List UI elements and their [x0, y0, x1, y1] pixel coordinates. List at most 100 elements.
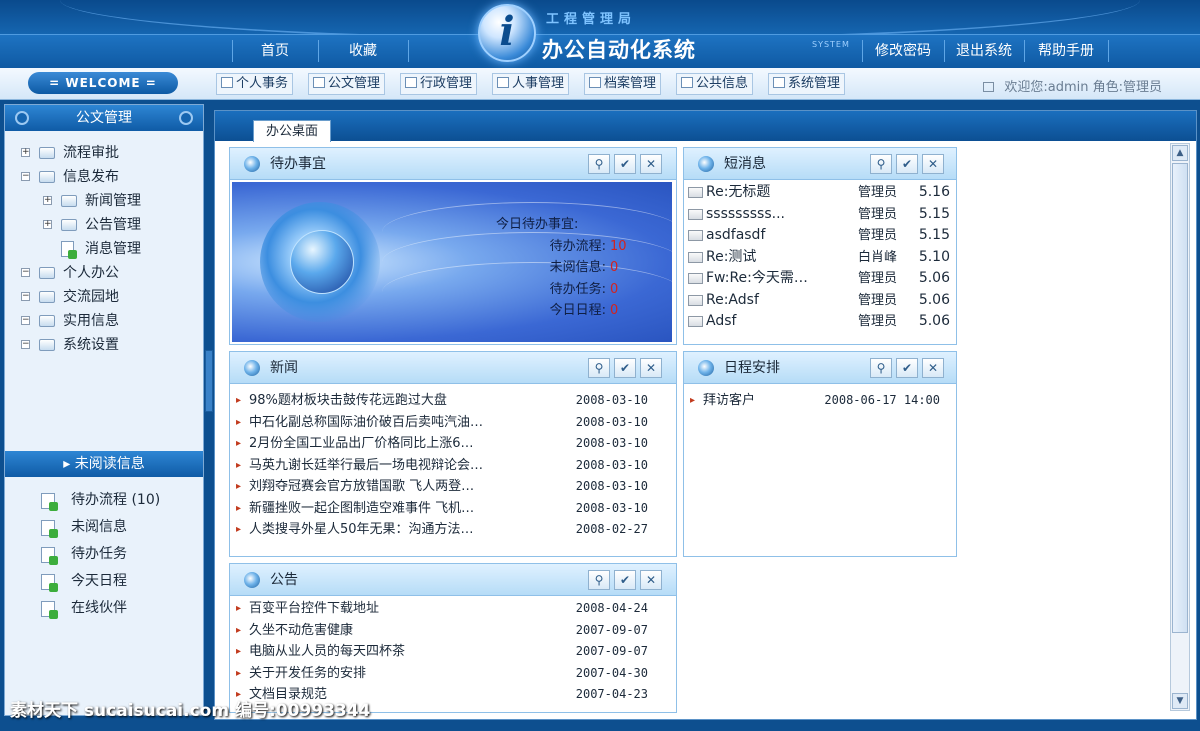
- search-icon[interactable]: ⚲: [588, 154, 610, 174]
- folder-icon: [39, 267, 55, 279]
- collapse-icon[interactable]: −: [21, 316, 30, 325]
- message-row[interactable]: Fw:Re:今天需… 管理员 5.06: [684, 268, 956, 290]
- item-date: 2008-03-10: [575, 393, 648, 407]
- close-icon[interactable]: ✕: [922, 358, 944, 378]
- item-date: 2008-02-27: [575, 522, 648, 536]
- tree-item[interactable]: − 实用信息: [5, 309, 203, 333]
- check-icon[interactable]: ✔: [896, 358, 918, 378]
- circle-button-icon[interactable]: [15, 111, 29, 125]
- sidebar-splitter[interactable]: [205, 350, 213, 412]
- unread-item[interactable]: 待办流程 (10): [5, 487, 203, 514]
- unread-item[interactable]: 在线伙伴: [5, 595, 203, 622]
- list-item[interactable]: ▸ 百变平台控件下载地址 2008-04-24: [230, 598, 676, 620]
- list-item[interactable]: ▸ 马英九谢长廷举行最后一场电视辩论会… 2008-03-10: [230, 455, 676, 477]
- document-icon: [41, 601, 58, 619]
- close-icon[interactable]: ✕: [640, 570, 662, 590]
- document-icon: [773, 77, 785, 88]
- list-item[interactable]: ▸ 拜访客户 2008-06-17 14:00: [684, 390, 956, 412]
- list-item[interactable]: ▸ 关于开发任务的安排 2007-04-30: [230, 663, 676, 685]
- list-item[interactable]: ▸ 新疆挫败一起企图制造空难事件 飞机… 2008-03-10: [230, 498, 676, 520]
- todo-count: 10: [610, 238, 627, 254]
- document-icon: [41, 547, 58, 565]
- message-row[interactable]: asdfasdf 管理员 5.15: [684, 225, 956, 247]
- expand-icon[interactable]: +: [21, 148, 30, 157]
- nav-help[interactable]: 帮助手册: [1024, 36, 1108, 66]
- unread-label: 待办任务: [71, 546, 127, 562]
- collapse-icon[interactable]: −: [21, 268, 30, 277]
- check-icon[interactable]: ✔: [614, 358, 636, 378]
- circle-button-icon[interactable]: [179, 111, 193, 125]
- message-row[interactable]: Re:测试 白肖峰 5.10: [684, 247, 956, 269]
- unread-label: 未阅信息: [71, 519, 127, 535]
- close-icon[interactable]: ✕: [640, 154, 662, 174]
- module-label: 行政管理: [420, 76, 473, 91]
- message-row[interactable]: Re:无标题 管理员 5.16: [684, 182, 956, 204]
- tree-item[interactable]: − 系统设置: [5, 333, 203, 357]
- tree-item[interactable]: − 个人办公: [5, 261, 203, 285]
- scroll-up-icon[interactable]: ▲: [1172, 145, 1188, 161]
- todo-row[interactable]: 未阅信息: 0: [496, 257, 619, 279]
- search-icon[interactable]: ⚲: [588, 358, 610, 378]
- list-item[interactable]: ▸ 中石化副总称国际油价破百后卖吨汽油… 2008-03-10: [230, 412, 676, 434]
- scroll-down-icon[interactable]: ▼: [1172, 693, 1188, 709]
- todo-row[interactable]: 待办任务: 0: [496, 279, 619, 301]
- close-icon[interactable]: ✕: [640, 358, 662, 378]
- document-icon: [41, 574, 58, 592]
- message-row[interactable]: sssssssss... 管理员 5.15: [684, 204, 956, 226]
- nav-change-password[interactable]: 修改密码: [862, 36, 944, 66]
- message-row[interactable]: Re:Adsf 管理员 5.06: [684, 290, 956, 312]
- list-item[interactable]: ▸ 98%题材板块击鼓传花远跑过大盘 2008-03-10: [230, 390, 676, 412]
- nav-favorites[interactable]: 收藏: [318, 36, 408, 66]
- module-public-info[interactable]: 公共信息: [676, 73, 754, 95]
- check-icon[interactable]: ✔: [614, 570, 636, 590]
- folder-icon: [589, 77, 601, 88]
- tree-item[interactable]: − 信息发布: [5, 165, 203, 189]
- list-item[interactable]: ▸ 人类搜寻外星人50年无果：沟通方法… 2008-02-27: [230, 519, 676, 541]
- expand-icon[interactable]: +: [43, 220, 52, 229]
- todo-row[interactable]: 今日日程: 0: [496, 300, 619, 322]
- tree-item[interactable]: + 新闻管理: [5, 189, 203, 213]
- list-item[interactable]: ▸ 刘翔夺冠赛会官方放错国歌 飞人两登… 2008-03-10: [230, 476, 676, 498]
- module-hr[interactable]: 人事管理: [492, 73, 570, 95]
- tree-item[interactable]: − 交流园地: [5, 285, 203, 309]
- todo-row[interactable]: 待办流程: 10: [496, 236, 627, 258]
- close-icon[interactable]: ✕: [922, 154, 944, 174]
- module-personal[interactable]: 个人事务: [216, 73, 294, 95]
- list-item[interactable]: ▸ 久坐不动危害健康 2007-09-07: [230, 620, 676, 642]
- module-documents[interactable]: 公文管理: [308, 73, 386, 95]
- nav-logout[interactable]: 退出系统: [944, 36, 1024, 66]
- unread-item[interactable]: 今天日程: [5, 568, 203, 595]
- list-item[interactable]: ▸ 电脑从业人员的每天四杯茶 2007-09-07: [230, 641, 676, 663]
- check-icon[interactable]: ✔: [614, 154, 636, 174]
- collapse-icon[interactable]: −: [21, 340, 30, 349]
- navigation-tree: + 流程审批 − 信息发布 + 新闻管理 + 公告管理 消息管理 − 个人办公 − 交流园地 − 实用信息 −…: [5, 131, 203, 357]
- unread-item[interactable]: 未阅信息: [5, 514, 203, 541]
- tab-desktop[interactable]: 办公桌面: [253, 120, 331, 142]
- unread-header[interactable]: ▸ 未阅读信息: [5, 451, 203, 477]
- folder-icon: [61, 219, 77, 231]
- check-icon[interactable]: ✔: [896, 154, 918, 174]
- module-archives[interactable]: 档案管理: [584, 73, 662, 95]
- unread-item[interactable]: 待办任务: [5, 541, 203, 568]
- envelope-icon: [688, 230, 703, 241]
- collapse-icon[interactable]: −: [21, 292, 30, 301]
- search-icon[interactable]: ⚲: [870, 154, 892, 174]
- collapse-icon[interactable]: −: [21, 172, 30, 181]
- tree-item[interactable]: 消息管理: [5, 237, 203, 261]
- scroll-thumb[interactable]: [1172, 163, 1188, 633]
- vertical-scrollbar[interactable]: ▲ ▼: [1170, 143, 1190, 711]
- arrow-icon: ▸: [236, 416, 242, 428]
- watermark: 素材天下 sucaisucai.com 编号:00993344: [10, 701, 371, 721]
- nav-home[interactable]: 首页: [232, 36, 318, 66]
- message-row[interactable]: Adsf 管理员 5.06: [684, 311, 956, 333]
- search-icon[interactable]: ⚲: [588, 570, 610, 590]
- list-item[interactable]: ▸ 2月份全国工业品出厂价格同比上涨6… 2008-03-10: [230, 433, 676, 455]
- tree-item[interactable]: + 公告管理: [5, 213, 203, 237]
- item-date: 2007-04-23: [575, 687, 648, 701]
- expand-icon[interactable]: +: [43, 196, 52, 205]
- user-role-text: 欢迎您:admin 角色:管理员: [1004, 80, 1162, 95]
- module-system[interactable]: 系统管理: [768, 73, 846, 95]
- search-icon[interactable]: ⚲: [870, 358, 892, 378]
- module-admin[interactable]: 行政管理: [400, 73, 478, 95]
- tree-item[interactable]: + 流程审批: [5, 141, 203, 165]
